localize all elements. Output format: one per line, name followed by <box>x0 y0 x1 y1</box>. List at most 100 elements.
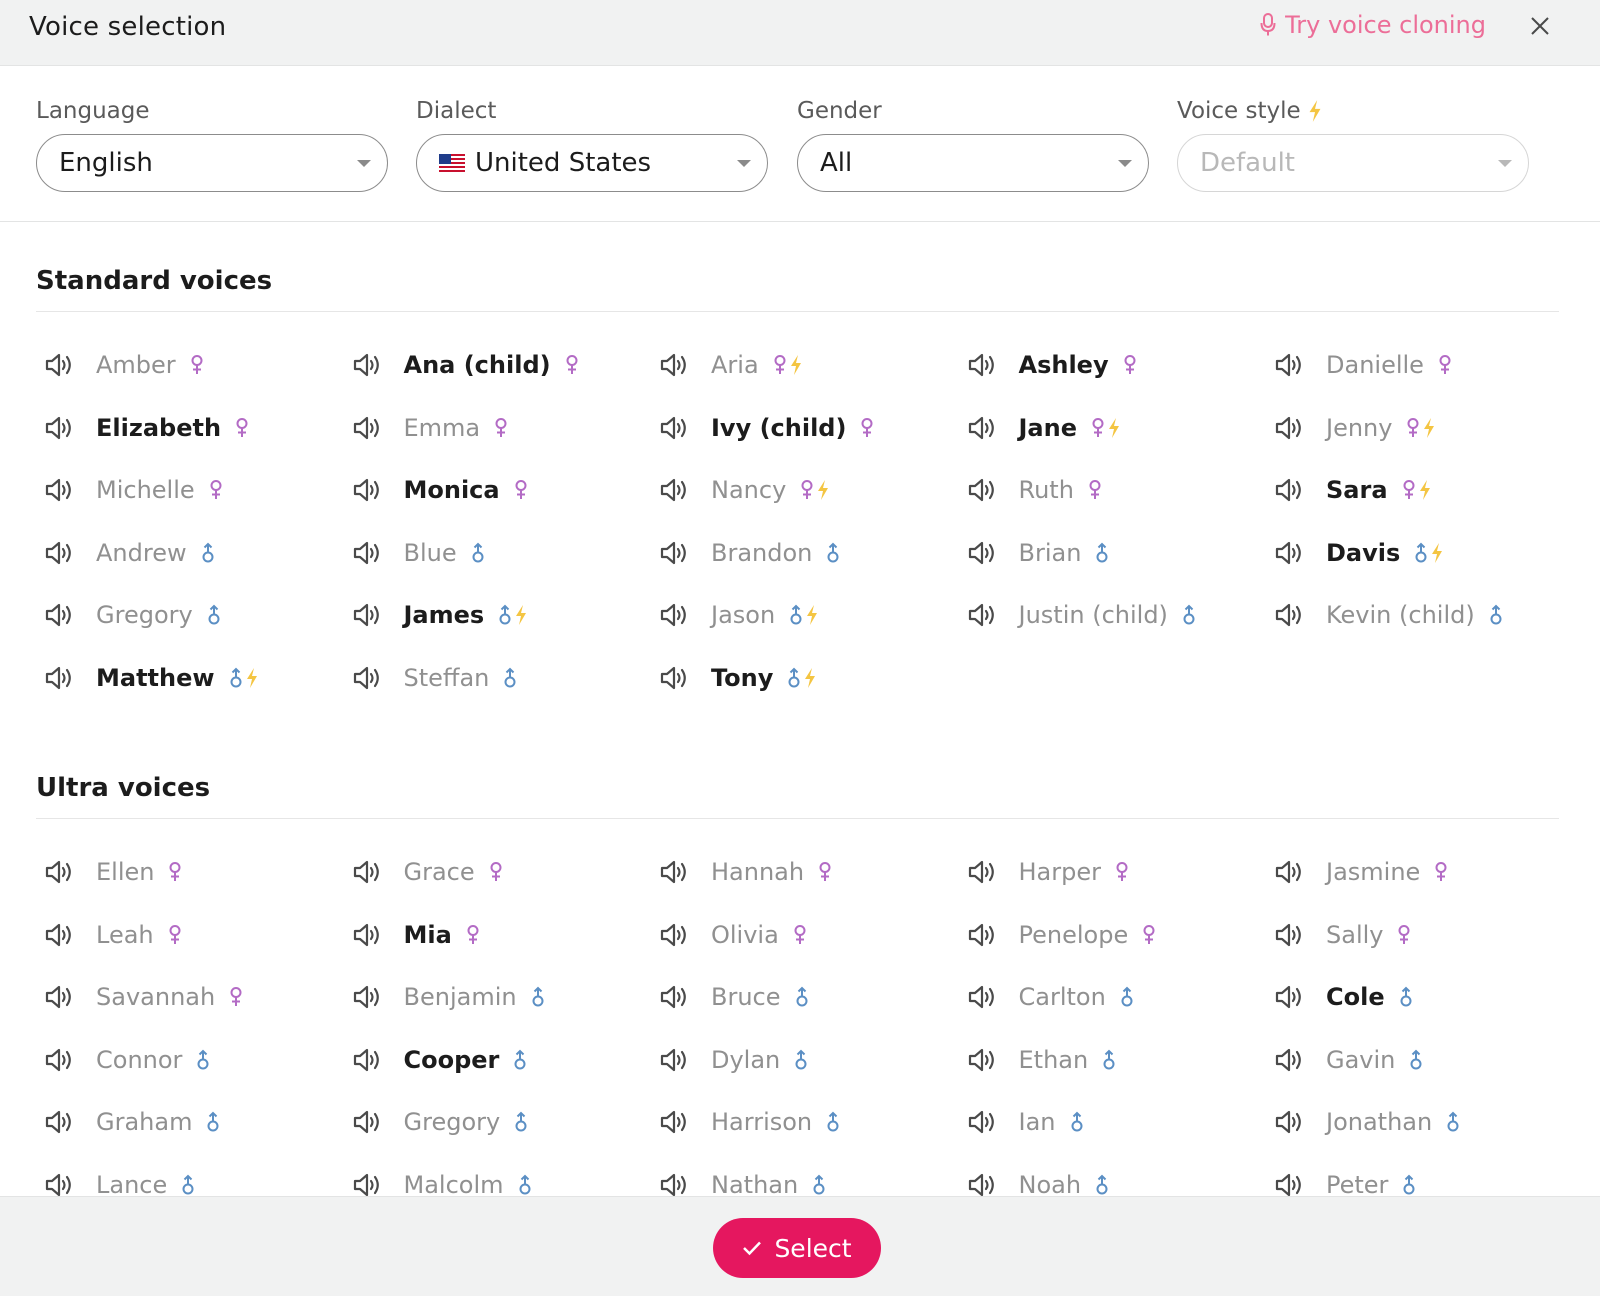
male-icon <box>532 986 544 1007</box>
voice-item[interactable]: Blue <box>352 522 660 585</box>
language-select[interactable]: English <box>36 134 388 192</box>
voice-name: James <box>403 601 485 630</box>
voice-item[interactable]: Lance <box>44 1154 352 1196</box>
speaker-icon <box>45 1111 71 1134</box>
speaker-icon <box>353 666 379 689</box>
voice-item[interactable]: Nathan <box>659 1154 967 1196</box>
voice-item[interactable]: Monica <box>352 459 660 522</box>
voice-item[interactable]: Jason <box>659 584 967 647</box>
voice-item[interactable]: Cole <box>1274 966 1582 1029</box>
voice-name: Brandon <box>711 538 813 567</box>
voice-name: Dylan <box>711 1045 781 1074</box>
voice-item[interactable]: Gregory <box>44 584 352 647</box>
voice-item[interactable]: Carlton <box>967 966 1275 1029</box>
voice-item[interactable]: Bruce <box>659 966 967 1029</box>
voice-item[interactable]: Kevin (child) <box>1274 584 1582 647</box>
voice-item[interactable]: Dylan <box>659 1029 967 1092</box>
gender-select[interactable]: All <box>797 134 1149 192</box>
try-voice-cloning-link[interactable]: Try voice cloning <box>1260 11 1486 39</box>
voice-item[interactable]: Amber <box>44 334 352 397</box>
voice-item[interactable]: Olivia <box>659 904 967 967</box>
voice-item[interactable]: Malcolm <box>352 1154 660 1196</box>
dialect-filter: Dialect United States <box>416 96 768 192</box>
voice-item[interactable]: Danielle <box>1274 334 1582 397</box>
voice-item[interactable]: Brian <box>967 522 1275 585</box>
voice-item[interactable]: Ivy (child) <box>659 397 967 460</box>
voice-name: Mia <box>403 920 452 949</box>
speaker-icon <box>968 541 994 564</box>
female-icon <box>169 924 181 944</box>
chevron-down-icon <box>737 160 751 167</box>
voice-item[interactable]: Tony <box>659 647 967 710</box>
voice-item[interactable]: Ethan <box>967 1029 1275 1092</box>
voice-item[interactable]: Grace <box>352 841 660 904</box>
voice-name: Harrison <box>711 1108 813 1137</box>
voice-item[interactable]: Noah <box>967 1154 1275 1196</box>
voice-item[interactable]: Matthew <box>44 647 352 710</box>
voice-item[interactable]: Graham <box>44 1091 352 1154</box>
voice-item[interactable]: Elizabeth <box>44 397 352 460</box>
speaker-icon <box>1275 1173 1301 1196</box>
voice-item[interactable]: Connor <box>44 1029 352 1092</box>
speaker-icon <box>660 354 686 377</box>
voice-item[interactable]: Leah <box>44 904 352 967</box>
voice-name: Ana (child) <box>403 351 551 380</box>
speaker-icon <box>45 1048 71 1071</box>
voice-item[interactable]: Savannah <box>44 966 352 1029</box>
select-button[interactable]: Select <box>713 1218 881 1278</box>
voice-item[interactable]: Aria <box>659 334 967 397</box>
close-icon[interactable] <box>1528 14 1552 38</box>
voice-item[interactable]: Steffan <box>352 647 660 710</box>
voice-item[interactable]: Justin (child) <box>967 584 1275 647</box>
speaker-icon <box>660 666 686 689</box>
voice-item[interactable]: Emma <box>352 397 660 460</box>
speaker-icon <box>1275 354 1301 377</box>
voice-item[interactable]: Ashley <box>967 334 1275 397</box>
voice-item[interactable]: Sara <box>1274 459 1582 522</box>
speaker-icon <box>660 604 686 627</box>
voice-item[interactable]: Michelle <box>44 459 352 522</box>
speaker-icon <box>1275 416 1301 439</box>
dialect-select[interactable]: United States <box>416 134 768 192</box>
voice-item[interactable]: Harrison <box>659 1091 967 1154</box>
voice-item[interactable]: Brandon <box>659 522 967 585</box>
voice-item[interactable]: Ruth <box>967 459 1275 522</box>
voice-list[interactable]: Standard voices Amber Ana (child) Aria Ashl… <box>0 222 1600 1196</box>
voice-style-label-row: Voice style <box>1177 96 1529 126</box>
male-icon <box>519 1174 531 1195</box>
voice-item[interactable]: Harper <box>967 841 1275 904</box>
speaker-icon <box>968 986 994 1009</box>
male-icon <box>796 986 808 1007</box>
male-icon <box>1447 1111 1459 1132</box>
female-icon <box>210 480 222 500</box>
speaker-icon <box>660 986 686 1009</box>
speaker-icon <box>45 541 71 564</box>
voice-name: Nathan <box>711 1170 799 1196</box>
voice-item[interactable]: Ian <box>967 1091 1275 1154</box>
voice-item[interactable]: Nancy <box>659 459 967 522</box>
voice-item[interactable]: Jasmine <box>1274 841 1582 904</box>
voice-item[interactable]: Sally <box>1274 904 1582 967</box>
voice-item[interactable]: Penelope <box>967 904 1275 967</box>
voice-item[interactable]: Cooper <box>352 1029 660 1092</box>
male-icon <box>1400 986 1412 1007</box>
voice-item[interactable]: Davis <box>1274 522 1582 585</box>
voice-item[interactable]: Hannah <box>659 841 967 904</box>
voice-item[interactable]: Gavin <box>1274 1029 1582 1092</box>
voice-item[interactable]: Jane <box>967 397 1275 460</box>
voice-item[interactable]: Jonathan <box>1274 1091 1582 1154</box>
voice-item[interactable]: James <box>352 584 660 647</box>
chevron-down-icon <box>1118 160 1132 167</box>
female-icon <box>801 480 813 500</box>
voice-item[interactable]: Andrew <box>44 522 352 585</box>
voice-name: Sally <box>1326 920 1384 949</box>
voice-item[interactable]: Ellen <box>44 841 352 904</box>
voice-item[interactable]: Ana (child) <box>352 334 660 397</box>
voice-item[interactable]: Gregory <box>352 1091 660 1154</box>
lightning-icon <box>1109 417 1119 438</box>
voice-item[interactable]: Mia <box>352 904 660 967</box>
voice-item[interactable]: Jenny <box>1274 397 1582 460</box>
male-icon <box>504 667 516 688</box>
voice-item[interactable]: Benjamin <box>352 966 660 1029</box>
voice-item[interactable]: Peter <box>1274 1154 1582 1196</box>
